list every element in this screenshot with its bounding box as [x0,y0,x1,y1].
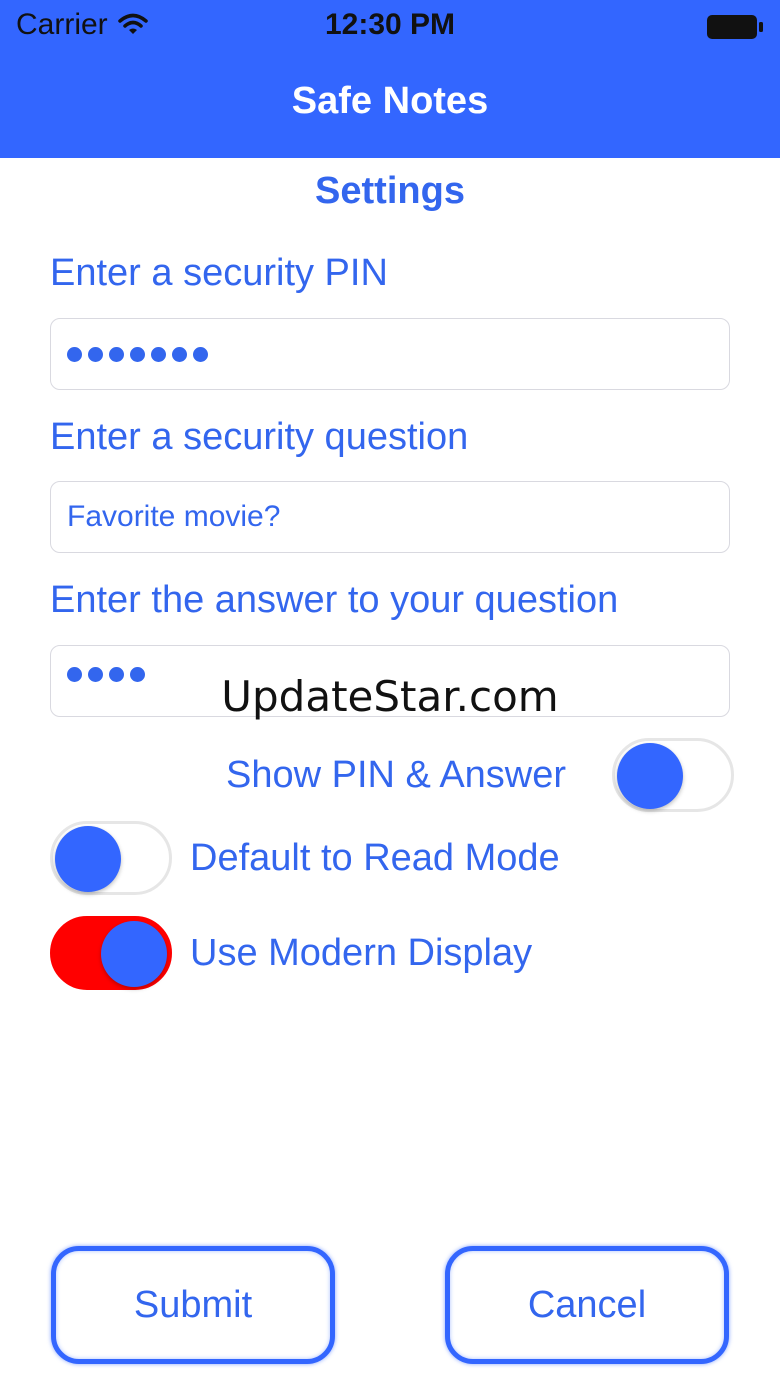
status-time: 12:30 PM [324,8,456,41]
mask-dot [130,346,145,362]
mask-dot [88,346,103,362]
mask-dot [193,346,208,362]
mask-dot [109,346,124,362]
switch-knob [617,743,683,809]
question-label: Enter a security question [50,416,469,458]
watermark: UpdateStar.com [221,672,559,721]
question-value: Favorite movie? [67,500,281,533]
read-mode-label: Default to Read Mode [190,837,560,879]
question-field[interactable]: Favorite movie? [50,481,730,553]
switch-knob [101,921,167,987]
navigation-bar: Carrier 12:30 PM Safe Notes [0,0,780,158]
modern-display-switch[interactable] [50,916,172,990]
pin-label: Enter a security PIN [50,252,388,294]
nav-title: Safe Notes [291,80,489,122]
answer-label: Enter the answer to your question [50,579,619,621]
mask-dot [151,346,166,362]
show-pin-label: Show PIN & Answer [226,754,567,796]
battery-icon [706,14,764,40]
read-mode-switch[interactable] [50,821,172,895]
mask-dot [67,346,82,362]
pin-masked-value [67,346,208,362]
switch-knob [55,826,121,892]
settings-screen: Carrier 12:30 PM Safe Notes Settings Ent… [0,0,780,1387]
show-pin-switch[interactable] [612,738,734,812]
cancel-button[interactable]: Cancel [445,1246,729,1364]
modern-display-label: Use Modern Display [190,932,533,974]
mask-dot [172,346,187,362]
page-title: Settings [315,170,465,212]
submit-button[interactable]: Submit [51,1246,335,1364]
pin-field[interactable] [50,318,730,390]
